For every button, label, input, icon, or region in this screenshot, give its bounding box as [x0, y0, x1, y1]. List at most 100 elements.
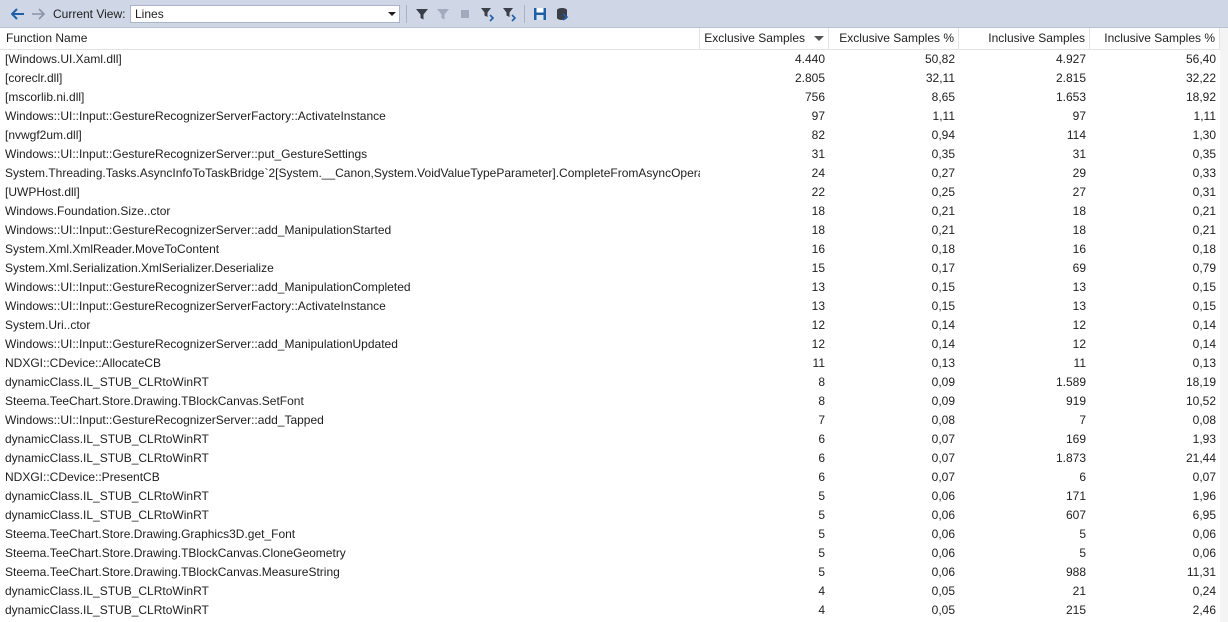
inclusive-samples-cell: 2.815	[1055, 71, 1086, 85]
column-header-exclusive-samples-label: Exclusive Samples	[704, 31, 805, 45]
inclusive-samples-cell: 18	[1072, 204, 1086, 218]
exclusive-samples-percent-cell: 0,94	[931, 128, 955, 142]
exclusive-samples-percent-cell: 0,05	[931, 603, 955, 617]
exclusive-samples-percent-cell: 0,21	[931, 204, 955, 218]
column-header-inclusive-samples-percent[interactable]: Inclusive Samples %	[1090, 28, 1220, 49]
function-name-cell: Windows::UI::Input::GestureRecognizerSer…	[5, 280, 411, 294]
inclusive-samples-percent-cell: 1,30	[1192, 128, 1216, 142]
table-row[interactable]: dynamicClass.IL_STUB_CLRtoWinRT 6 0,07 169 1…	[0, 430, 1228, 449]
inclusive-samples-cell: 21	[1072, 584, 1086, 598]
current-view-combo[interactable]: Lines	[130, 5, 400, 23]
inclusive-samples-percent-cell: 0,14	[1192, 318, 1216, 332]
table-row[interactable]: dynamicClass.IL_STUB_CLRtoWinRT 5 0,06 607 6…	[0, 506, 1228, 525]
function-name-cell: Steema.TeeChart.Store.Drawing.TBlockCanv…	[5, 546, 346, 560]
inclusive-samples-cell: 13	[1072, 280, 1086, 294]
table-row[interactable]: NDXGI::CDevice::AllocateCB 11 0,13 11 0,13	[0, 354, 1228, 373]
toolbar: Current View: Lines	[0, 0, 1228, 28]
exclusive-samples-percent-cell: 0,07	[931, 451, 955, 465]
function-name-cell: dynamicClass.IL_STUB_CLRtoWinRT	[5, 489, 209, 503]
table-row[interactable]: dynamicClass.IL_STUB_CLRtoWinRT 6 0,07 1.87…	[0, 449, 1228, 468]
table-row[interactable]: Windows::UI::Input::GestureRecognizerSer…	[0, 411, 1228, 430]
exclusive-samples-percent-cell: 0,18	[931, 242, 955, 256]
exclusive-samples-cell: 8	[818, 375, 825, 389]
chevron-down-icon[interactable]	[388, 12, 396, 16]
stop-icon[interactable]	[455, 4, 475, 24]
filter-icon[interactable]	[412, 4, 432, 24]
table-row[interactable]: Windows::UI::Input::GestureRecognizerSer…	[0, 145, 1228, 164]
table-row[interactable]: [nvwgf2um.dll] 82 0,94 114 1,30	[0, 126, 1228, 145]
exclusive-samples-cell: 4	[818, 603, 825, 617]
table-row[interactable]: System.Xml.Serialization.XmlSerializer.D…	[0, 259, 1228, 278]
table-row[interactable]: Windows.Foundation.Size..ctor 18 0,21 18 0,2…	[0, 202, 1228, 221]
inclusive-samples-cell: 97	[1072, 109, 1086, 123]
table-row[interactable]: Steema.TeeChart.Store.Drawing.TBlockCanv…	[0, 392, 1228, 411]
table-row[interactable]: Windows::UI::Input::GestureRecognizerSer…	[0, 335, 1228, 354]
filter-tree-icon[interactable]	[478, 4, 498, 24]
function-name-cell: [UWPHost.dll]	[5, 185, 80, 199]
forward-arrow-icon[interactable]	[28, 4, 48, 24]
table-row[interactable]: [UWPHost.dll] 22 0,25 27 0,31	[0, 183, 1228, 202]
table-row[interactable]: Steema.TeeChart.Store.Drawing.TBlockCanv…	[0, 544, 1228, 563]
exclusive-samples-percent-cell: 0,17	[931, 261, 955, 275]
table-row[interactable]: Windows::UI::Input::GestureRecognizerSer…	[0, 107, 1228, 126]
inclusive-samples-percent-cell: 21,44	[1185, 451, 1216, 465]
exclusive-samples-percent-cell: 0,07	[931, 432, 955, 446]
exclusive-samples-percent-cell: 0,35	[931, 147, 955, 161]
function-name-cell: Steema.TeeChart.Store.Drawing.TBlockCanv…	[5, 394, 304, 408]
inclusive-samples-percent-cell: 0,31	[1192, 185, 1216, 199]
exclusive-samples-percent-cell: 0,14	[931, 337, 955, 351]
export-icon[interactable]	[552, 4, 572, 24]
inclusive-samples-cell: 1.873	[1055, 451, 1086, 465]
exclusive-samples-cell: 6	[818, 451, 825, 465]
exclusive-samples-percent-cell: 0,27	[931, 166, 955, 180]
inclusive-samples-cell: 31	[1072, 147, 1086, 161]
inclusive-samples-cell: 988	[1065, 565, 1086, 579]
table-row[interactable]: dynamicClass.IL_STUB_CLRtoWinRT 8 0,09 1.58…	[0, 373, 1228, 392]
filter-clear-icon[interactable]	[500, 4, 520, 24]
column-header-inclusive-samples[interactable]: Inclusive Samples	[959, 28, 1090, 49]
exclusive-samples-cell: 11	[812, 356, 825, 370]
table-row[interactable]: System.Uri..ctor 12 0,14 12 0,14	[0, 316, 1228, 335]
exclusive-samples-percent-cell: 0,06	[931, 489, 955, 503]
save-icon[interactable]	[530, 4, 550, 24]
table-row[interactable]: [Windows.UI.Xaml.dll] 4.440 50,82 4.927 56,4…	[0, 50, 1228, 69]
inclusive-samples-cell: 18	[1072, 223, 1086, 237]
function-name-cell: Windows::UI::Input::GestureRecognizerSer…	[5, 299, 386, 313]
table-row[interactable]: Steema.TeeChart.Store.Drawing.Graphics3D…	[0, 525, 1228, 544]
table-row[interactable]: Steema.TeeChart.Store.Drawing.TBlockCanv…	[0, 563, 1228, 582]
column-header-function-name[interactable]: Function Name	[0, 28, 700, 49]
table-row[interactable]: NDXGI::CDevice::PresentCB 6 0,07 6 0,07	[0, 468, 1228, 487]
vertical-scrollbar[interactable]	[1220, 28, 1228, 622]
exclusive-samples-cell: 22	[811, 185, 825, 199]
table-row[interactable]: dynamicClass.IL_STUB_CLRtoWinRT 4 0,05 215 2…	[0, 601, 1228, 620]
exclusive-samples-percent-cell: 0,07	[931, 470, 955, 484]
inclusive-samples-cell: 16	[1072, 242, 1086, 256]
table-row[interactable]: [mscorlib.ni.dll] 756 8,65 1.653 18,92	[0, 88, 1228, 107]
table-row[interactable]: Windows::UI::Input::GestureRecognizerSer…	[0, 297, 1228, 316]
inclusive-samples-cell: 12	[1072, 318, 1086, 332]
table-row[interactable]: System.Xml.XmlReader.MoveToContent 16 0,18…	[0, 240, 1228, 259]
filter-disabled-icon[interactable]	[433, 4, 453, 24]
column-header-exclusive-samples[interactable]: Exclusive Samples	[700, 28, 829, 49]
table-row[interactable]: Windows::UI::Input::GestureRecognizerSer…	[0, 221, 1228, 240]
table-row[interactable]: dynamicClass.IL_STUB_CLRtoWinRT 4 0,05 21 0,…	[0, 582, 1228, 601]
column-header-exclusive-samples-percent[interactable]: Exclusive Samples %	[829, 28, 959, 49]
exclusive-samples-cell: 7	[818, 413, 825, 427]
function-name-cell: Windows::UI::Input::GestureRecognizerSer…	[5, 223, 392, 237]
column-header-row: Function Name Exclusive Samples Exclusiv…	[0, 28, 1228, 50]
exclusive-samples-percent-cell: 0,06	[931, 508, 955, 522]
inclusive-samples-cell: 5	[1079, 527, 1086, 541]
function-name-cell: System.Threading.Tasks.AsyncInfoToTaskBr…	[5, 166, 700, 180]
back-arrow-icon[interactable]	[8, 4, 28, 24]
function-name-cell: System.Xml.XmlReader.MoveToContent	[5, 242, 220, 256]
table-row[interactable]: Windows::UI::Input::GestureRecognizerSer…	[0, 278, 1228, 297]
exclusive-samples-cell: 97	[811, 109, 825, 123]
exclusive-samples-percent-cell: 0,06	[931, 527, 955, 541]
table-row[interactable]: System.Threading.Tasks.AsyncInfoToTaskBr…	[0, 164, 1228, 183]
function-name-cell: Windows::UI::Input::GestureRecognizerSer…	[5, 413, 324, 427]
table-row[interactable]: [coreclr.dll] 2.805 32,11 2.815 32,22	[0, 69, 1228, 88]
inclusive-samples-cell: 215	[1065, 603, 1086, 617]
table-row[interactable]: dynamicClass.IL_STUB_CLRtoWinRT 5 0,06 171 1…	[0, 487, 1228, 506]
inclusive-samples-cell: 12	[1072, 337, 1086, 351]
toolbar-separator	[524, 5, 525, 23]
